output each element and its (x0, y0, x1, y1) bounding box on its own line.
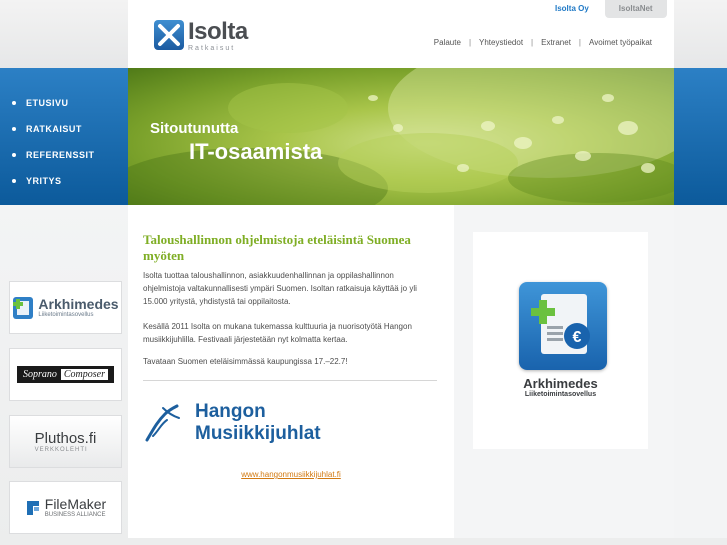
filemaker-side-logo[interactable]: FileMaker BUSINESS ALLIANCE (9, 481, 122, 534)
top-left-background (0, 0, 128, 68)
site-tabs: Isolta Oy IsoltaNet (541, 0, 667, 18)
filemaker-icon (26, 500, 39, 515)
main-navigation: ETUSIVU RATKAISUT REFERENSSIT YRITYS (0, 68, 128, 205)
ad-title: Arkhimedes (523, 376, 598, 391)
isolta-logo[interactable]: Isolta Ratkaisut (154, 20, 248, 52)
composer-name: Composer (60, 369, 109, 380)
logo-name: Isolta (188, 18, 248, 45)
separator: | (468, 38, 472, 47)
ad-subtitle: Liiketoimintasovellus (524, 391, 597, 398)
soprano-name: Soprano (22, 369, 57, 380)
hangon-musiikkijuhlat-logo[interactable]: Hangon Musiikkijuhlat (143, 387, 437, 459)
hero-banner: Sitoutunutta IT-osaamista (128, 68, 674, 205)
nav-item-etusivu[interactable]: ETUSIVU (0, 90, 128, 116)
nav-item-yritys[interactable]: YRITYS (0, 168, 128, 194)
hangon-line2: Musiikkijuhlat (195, 423, 321, 444)
nav-item-ratkaisut[interactable]: RATKAISUT (0, 116, 128, 142)
right-blue-band (674, 68, 727, 205)
top-link-yhteystiedot[interactable]: Yhteystiedot (479, 38, 523, 47)
filemaker-sub: BUSINESS ALLIANCE (44, 512, 106, 518)
arkhimedes-product-icon: € (519, 282, 607, 370)
arkhimedes-icon (13, 296, 34, 319)
arkhimedes-ad[interactable]: € Arkhimedes Liiketoimintasovellus (473, 232, 648, 449)
left-column: Arkhimedes Liiketoimintasovellus Soprano… (0, 205, 128, 545)
page-headline: Taloushallinnon ohjelmistoja eteläisintä… (143, 232, 411, 263)
logo-subtitle: Ratkaisut (188, 45, 236, 52)
svg-text:€: € (573, 329, 582, 346)
arkhimedes-side-name: Arkhimedes (38, 296, 119, 312)
footer-strip (0, 538, 727, 545)
nav-item-label: REFERENSSIT (26, 150, 95, 160)
right-margin (674, 205, 727, 545)
right-column: € Arkhimedes Liiketoimintasovellus (454, 205, 674, 545)
festival-paragraph: Kesällä 2011 Isolta on mukana tukemassa … (143, 322, 412, 344)
tab-isolta-oy[interactable]: Isolta Oy (541, 0, 603, 18)
meeting-paragraph: Tavataan Suomen eteläisimmässä kaupungis… (143, 357, 348, 366)
hangon-logo-icon (145, 404, 180, 442)
nav-item-label: ETUSIVU (26, 98, 69, 108)
pluthos-sub: VERKKOLEHTI (34, 446, 88, 453)
arkhimedes-side-sub: Liiketoimintasovellus (38, 312, 94, 318)
isolta-logo-icon (154, 20, 184, 50)
separator: | (578, 38, 581, 47)
nav-item-label: RATKAISUT (26, 124, 82, 134)
main-content: Taloushallinnon ohjelmistoja eteläisintä… (128, 205, 454, 545)
bullet-icon (12, 127, 16, 131)
divider (143, 380, 437, 381)
bullet-icon (12, 179, 16, 183)
tab-isoltanet[interactable]: IsoltaNet (604, 0, 667, 18)
banner-line1: Sitoutunutta (150, 120, 239, 137)
top-link-palaute[interactable]: Palaute (434, 38, 461, 47)
banner-line2: IT-osaamista (189, 139, 323, 164)
arkhimedes-side-logo[interactable]: Arkhimedes Liiketoimintasovellus (9, 281, 122, 334)
bullet-icon (12, 101, 16, 105)
separator: | (531, 38, 534, 47)
nav-item-referenssit[interactable]: REFERENSSIT (0, 142, 128, 168)
pluthos-name: Pluthos.fi (34, 429, 97, 447)
intro-paragraph: Isolta tuottaa taloushallinnon, asiakkuu… (143, 271, 417, 306)
top-right-background (674, 0, 727, 68)
bullet-icon (12, 153, 16, 157)
filemaker-name: FileMaker (44, 496, 107, 512)
hangon-website-link[interactable]: www.hangonmusiikkijuhlat.fi (128, 470, 454, 479)
top-link-avoimet-tyopaikat[interactable]: Avoimet työpaikat (589, 38, 652, 47)
top-links: Palaute | Yhteystiedot | Extranet | Avoi… (434, 38, 652, 47)
hangon-line1: Hangon (195, 401, 266, 422)
pluthos-side-logo[interactable]: Pluthos.fi VERKKOLEHTI (9, 415, 122, 468)
top-link-extranet[interactable]: Extranet (541, 38, 571, 47)
soprano-composer-side-logo[interactable]: Soprano Composer (9, 348, 122, 401)
nav-item-label: YRITYS (26, 176, 62, 186)
